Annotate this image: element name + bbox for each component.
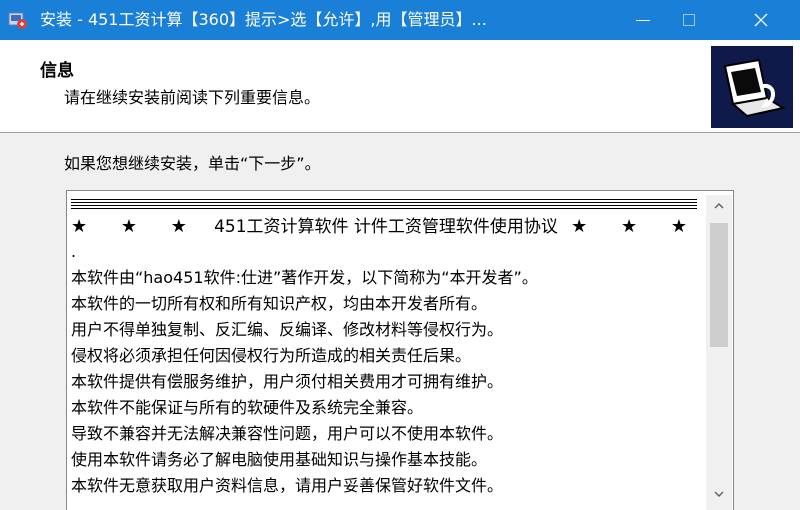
license-line: 本软件的一切所有权和所有知识产权，均由本开发者所有。 <box>71 294 488 313</box>
wizard-header: 信息 请在继续安装前阅读下列重要信息。 <box>0 40 800 133</box>
title-bar: 安装 - 451工资计算【360】提示>选【允许】,用【管理员】... <box>0 0 800 40</box>
close-button[interactable] <box>738 0 784 40</box>
license-scrollbar[interactable] <box>706 195 732 510</box>
chevron-up-icon <box>714 203 724 209</box>
computer-install-icon <box>711 46 793 128</box>
instruction-text: 如果您想继续安装，单击“下一步”。 <box>64 154 321 173</box>
close-icon <box>754 13 768 27</box>
star-decoration: ★ ★ ★ <box>71 216 201 237</box>
installer-app-icon <box>8 12 27 29</box>
window-title: 安装 - 451工资计算【360】提示>选【允许】,用【管理员】... <box>40 10 487 29</box>
license-textbox[interactable]: ★ ★ ★ 451工资计算软件 计件工资管理软件使用协议 ★ ★ ★ . 本软件… <box>66 190 734 510</box>
license-line: 用户不得单独复制、反汇编、反编译、修改材料等侵权行为。 <box>71 320 504 339</box>
minimize-button[interactable] <box>620 0 666 40</box>
scroll-down-button[interactable] <box>706 483 732 505</box>
chevron-down-icon <box>714 491 724 497</box>
maximize-icon <box>683 14 695 26</box>
license-line: 本软件由“hao451软件:仕进”著作开发，以下简称为“本开发者”。 <box>71 268 538 287</box>
divider-line <box>71 199 697 203</box>
license-dot: . <box>71 242 77 261</box>
page-title: 信息 <box>40 61 74 81</box>
license-line: 本软件提供有偿服务维护，用户须付相关费用才可拥有维护。 <box>71 372 504 391</box>
license-line: 导致不兼容并无法解决兼容性问题，用户可以不使用本软件。 <box>71 424 504 443</box>
license-line: 侵权将必须承担任何因侵权行为所造成的相关责任后果。 <box>71 346 472 365</box>
scroll-thumb[interactable] <box>710 223 728 347</box>
page-subtitle: 请在继续安装前阅读下列重要信息。 <box>64 88 321 107</box>
star-decoration: ★ ★ ★ <box>571 216 701 237</box>
license-heading: 451工资计算软件 计件工资管理软件使用协议 <box>214 217 558 237</box>
maximize-button[interactable] <box>666 0 712 40</box>
scroll-up-button[interactable] <box>706 195 732 217</box>
license-line: 本软件无意获取用户资料信息，请用户妥善保管好软件文件。 <box>71 476 504 495</box>
minimize-icon <box>636 19 650 21</box>
license-line: 使用本软件请务必了解电脑使用基础知识与操作基本技能。 <box>71 450 488 469</box>
license-content: ★ ★ ★ 451工资计算软件 计件工资管理软件使用协议 ★ ★ ★ . 本软件… <box>71 199 701 499</box>
license-heading-row: ★ ★ ★ 451工资计算软件 计件工资管理软件使用协议 ★ ★ ★ <box>71 209 701 245</box>
license-line: 本软件不能保证与所有的软硬件及系统完全兼容。 <box>71 398 424 417</box>
